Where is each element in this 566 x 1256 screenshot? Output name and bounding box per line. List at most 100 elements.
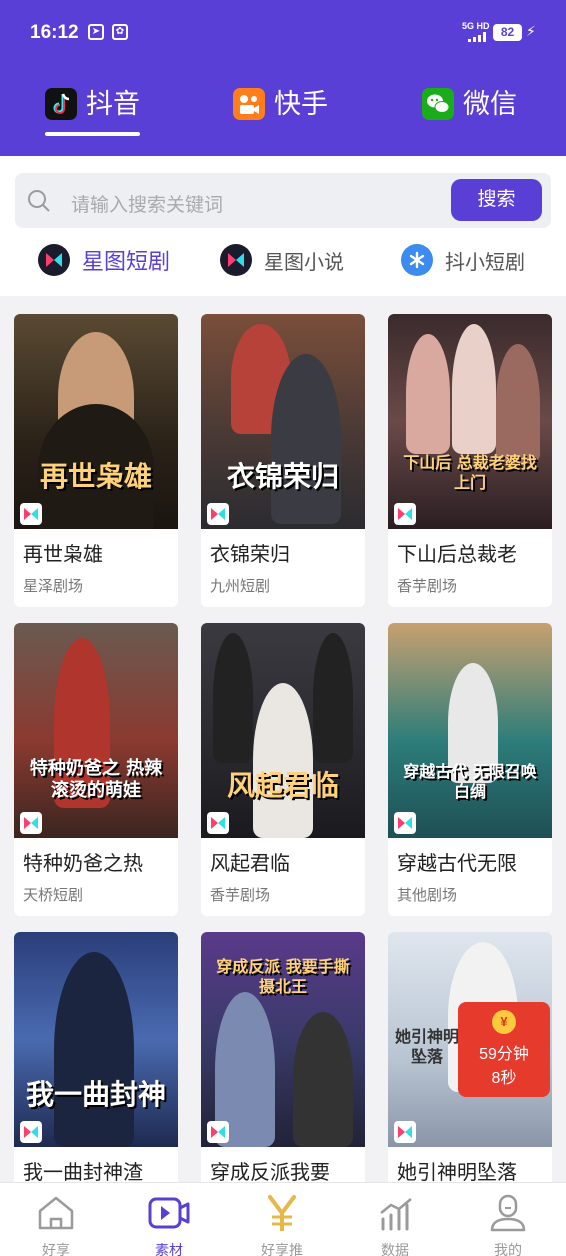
card-title: 穿成反派我要 (210, 1162, 330, 1184)
card-source: 香芋剧场 (397, 578, 458, 595)
card-title: 特种奶爸之热 (23, 853, 143, 875)
wechat-icon (422, 88, 454, 120)
nav-shuju[interactable]: 数据 (355, 1193, 435, 1256)
card-source: 星泽剧场 (23, 578, 84, 595)
xingtu-badge-icon (394, 1121, 416, 1143)
search-button[interactable]: 搜索 (451, 179, 542, 221)
card-title: 我一曲封神渣 (23, 1162, 143, 1184)
tab-wechat[interactable]: 微信 (422, 88, 517, 138)
xingtu-icon (220, 244, 252, 276)
tab-label: 抖音 (86, 89, 140, 119)
tab-douyin[interactable]: 抖音 (45, 88, 140, 138)
video-icon (148, 1197, 190, 1229)
poster-image: 衣锦荣归 (201, 314, 365, 529)
bottom-nav: 好享 素材 好享推 数据 我的 (0, 1182, 566, 1256)
xingtu-icon (38, 244, 70, 276)
nav-label: 素材 (155, 1242, 183, 1256)
nav-label: 数据 (381, 1242, 409, 1256)
header: 16:12 ➤ ✿ 5G HD 82 ⚡ 抖音 快手 微信 (0, 0, 566, 156)
poster-title: 风起君临 (226, 769, 339, 802)
poster-image: 再世枭雄 (14, 314, 178, 529)
app-icon: ✿ (112, 24, 128, 40)
status-time: 16:12 (30, 22, 79, 43)
home-icon (38, 1196, 74, 1230)
card-title: 再世枭雄 (23, 544, 103, 566)
poster-image: 穿成反派 我要手撕摄北王 (201, 932, 365, 1147)
subtab-label: 抖小短剧 (445, 251, 525, 274)
search-placeholder: 请输入搜索关键词 (71, 195, 224, 216)
xingtu-badge-icon (394, 503, 416, 525)
card-title: 风起君临 (210, 853, 290, 875)
poster-title: 我一曲封神 (25, 1078, 166, 1111)
drama-card[interactable]: 特种奶爸之 热辣滚烫的萌娃 特种奶爸之热 天桥短剧 (14, 623, 178, 916)
charging-icon: ⚡ (526, 23, 536, 39)
poster-title: 衣锦荣归 (226, 460, 339, 493)
subtab-xingtu-novel[interactable]: 星图小说 (220, 242, 344, 278)
card-title: 衣锦荣归 (210, 544, 290, 566)
douyin-icon (45, 88, 77, 120)
kuaishou-icon (233, 88, 265, 120)
nav-haoxiang[interactable]: 好享 (16, 1193, 96, 1256)
card-source: 九州短剧 (210, 578, 271, 595)
nav-wode[interactable]: 我的 (468, 1193, 548, 1256)
tab-label: 微信 (463, 89, 517, 119)
search-icon (28, 190, 50, 212)
poster-image: 穿越古代 无限召唤白绸 (388, 623, 552, 838)
nav-label: 我的 (494, 1242, 522, 1256)
nav-label: 好享推 (261, 1242, 303, 1256)
subtab-xingtu-drama[interactable]: 星图短剧 (38, 242, 170, 278)
nav-label: 好享 (42, 1242, 70, 1256)
poster-title: 她引神明坠落 (394, 1027, 459, 1066)
drama-card[interactable]: 下山后 总裁老婆找上门 下山后总裁老 香芋剧场 (388, 314, 552, 607)
signal-icon (468, 32, 488, 42)
battery-icon: 82 (493, 24, 522, 41)
timer-seconds: 8秒 (491, 1070, 517, 1087)
card-source: 其他剧场 (397, 887, 458, 904)
nav-sucai[interactable]: 素材 (129, 1193, 209, 1256)
card-title: 穿越古代无限 (397, 853, 517, 875)
poster-title: 穿越古代 无限召唤白绸 (403, 762, 537, 801)
tab-label: 快手 (274, 89, 328, 119)
card-source: 天桥短剧 (23, 887, 84, 904)
tab-kuaishou[interactable]: 快手 (233, 88, 328, 138)
subtab-label: 星图小说 (264, 251, 344, 274)
xingtu-badge-icon (394, 812, 416, 834)
xingtu-badge-icon (20, 812, 42, 834)
poster-image: 下山后 总裁老婆找上门 (388, 314, 552, 529)
red-packet-timer[interactable]: ¥ 59分钟 8秒 (458, 1002, 550, 1097)
drama-card[interactable]: 穿越古代 无限召唤白绸 穿越古代无限 其他剧场 (388, 623, 552, 916)
poster-image: 特种奶爸之 热辣滚烫的萌娃 (14, 623, 178, 838)
card-title: 她引神明坠落 (397, 1162, 517, 1184)
nav-haoxiangtui[interactable]: 好享推 (242, 1193, 322, 1256)
poster-image: 她引神明坠落 ¥ 59分钟 8秒 (388, 932, 552, 1147)
chart-icon (380, 1198, 412, 1231)
drama-card[interactable]: 风起君临 风起君临 香芋剧场 (201, 623, 365, 916)
telegram-icon: ➤ (88, 24, 104, 40)
poster-title: 特种奶爸之 热辣滚烫的萌娃 (29, 758, 163, 801)
drama-card[interactable]: 再世枭雄 再世枭雄 星泽剧场 (14, 314, 178, 607)
poster-title: 下山后 总裁老婆找上门 (403, 453, 537, 492)
xingtu-badge-icon (20, 503, 42, 525)
card-title: 下山后总裁老 (397, 544, 517, 566)
card-source: 香芋剧场 (210, 887, 271, 904)
poster-image: 我一曲封神 (14, 932, 178, 1147)
profile-icon (490, 1194, 526, 1232)
platform-tabs: 抖音 快手 微信 (0, 84, 566, 144)
xingtu-badge-icon (20, 1121, 42, 1143)
xingtu-badge-icon (207, 812, 229, 834)
yen-icon (268, 1195, 296, 1231)
subtab-label: 星图短剧 (82, 249, 171, 274)
drama-card[interactable]: 衣锦荣归 衣锦荣归 九州短剧 (201, 314, 365, 607)
network-label: 5G HD (462, 21, 490, 31)
search-input[interactable]: 请输入搜索关键词 搜索 (15, 173, 551, 228)
poster-title: 穿成反派 我要手撕摄北王 (216, 957, 350, 996)
subtab-douxiao-drama[interactable]: 抖小短剧 (401, 242, 525, 278)
status-bar: 16:12 ➤ ✿ 5G HD 82 ⚡ (0, 0, 566, 66)
poster-title: 再世枭雄 (39, 460, 152, 493)
poster-image: 风起君临 (201, 623, 365, 838)
xingtu-badge-icon (207, 1121, 229, 1143)
xingtu-badge-icon (207, 503, 229, 525)
timer-minutes: 59分钟 (479, 1046, 529, 1063)
yen-coin-icon: ¥ (492, 1010, 516, 1034)
asterisk-icon (401, 244, 433, 276)
